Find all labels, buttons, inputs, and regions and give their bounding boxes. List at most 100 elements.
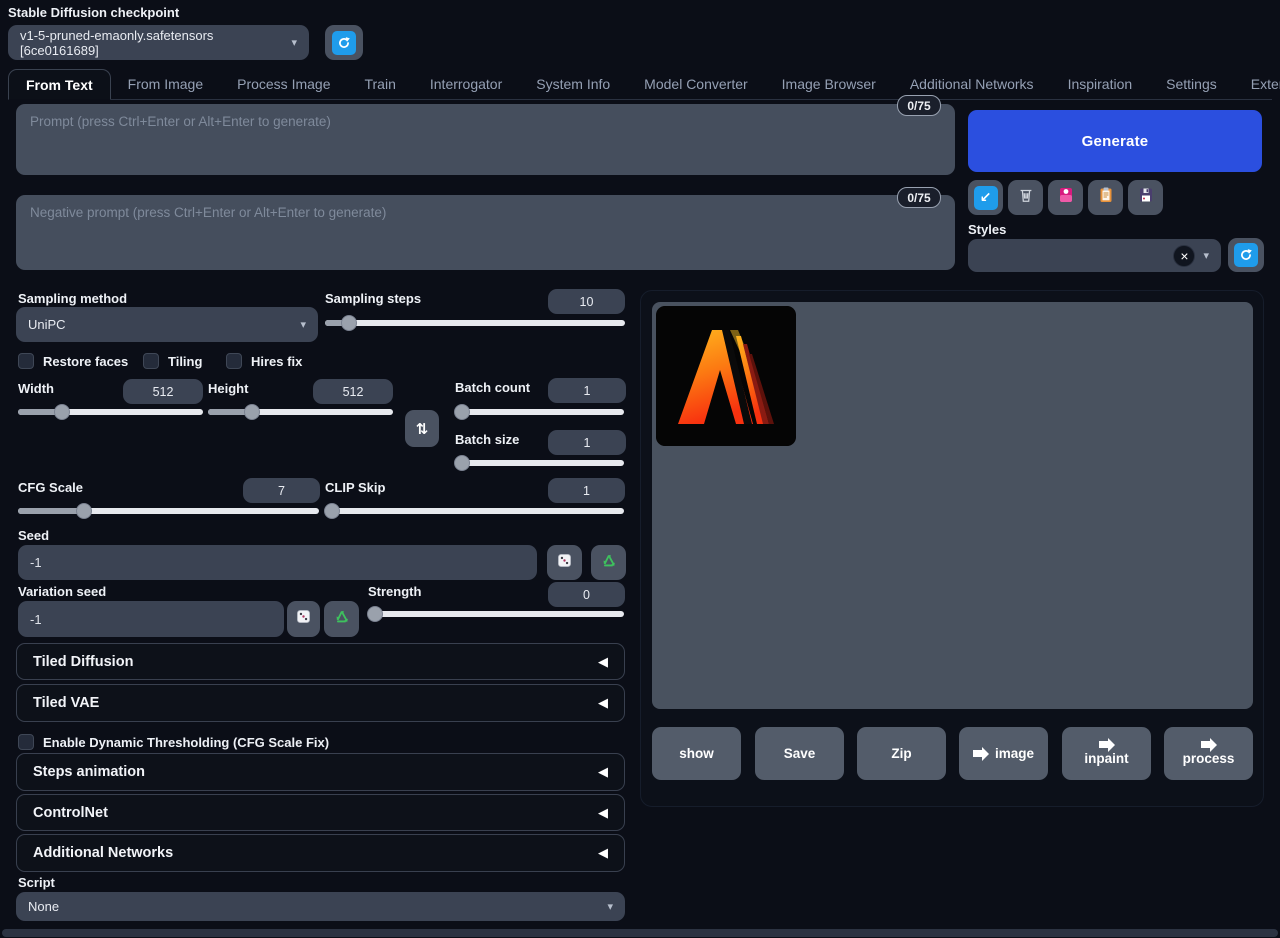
sampling-steps-slider[interactable] <box>325 315 625 331</box>
accordion-tiled-vae[interactable]: Tiled VAE ◀ <box>16 684 625 722</box>
extra-networks-button[interactable] <box>1048 180 1083 215</box>
accordion-steps-animation[interactable]: Steps animation ◀ <box>16 753 625 791</box>
variation-seed-label: Variation seed <box>18 584 106 599</box>
paste-params-icon: ↙ <box>974 186 998 210</box>
script-select[interactable]: None ▾ <box>16 892 625 921</box>
tab-from-text[interactable]: From Text <box>8 69 111 100</box>
checkbox-icon <box>18 353 34 369</box>
tab-settings[interactable]: Settings <box>1149 69 1234 99</box>
checkpoint-select[interactable]: v1-5-pruned-emaonly.safetensors [6ce0161… <box>8 25 309 60</box>
apply-style-button[interactable] <box>1088 180 1123 215</box>
width-value[interactable]: 512 <box>123 379 203 404</box>
variation-seed-input[interactable] <box>18 601 284 637</box>
seed-reuse-button[interactable] <box>591 545 626 580</box>
send-to-process-button[interactable]: process <box>1164 727 1253 780</box>
seed-input[interactable] <box>18 545 537 580</box>
checkpoint-value: v1-5-pruned-emaonly.safetensors [6ce0161… <box>20 28 291 58</box>
height-slider[interactable] <box>208 404 393 420</box>
tab-inspiration[interactable]: Inspiration <box>1051 69 1150 99</box>
trash-icon <box>1017 186 1035 209</box>
restore-faces-checkbox[interactable]: Restore faces <box>18 353 128 369</box>
script-value: None <box>28 899 59 914</box>
save-button[interactable]: Save <box>755 727 844 780</box>
arrow-right-icon <box>973 750 982 757</box>
checkbox-icon <box>18 734 34 750</box>
seed-label: Seed <box>18 528 49 543</box>
checkpoint-refresh-button[interactable] <box>325 25 363 60</box>
prompt-container <box>16 104 955 175</box>
chevron-left-icon: ◀ <box>598 805 608 821</box>
tab-image-browser[interactable]: Image Browser <box>765 69 893 99</box>
batch-count-value[interactable]: 1 <box>548 378 626 403</box>
generate-button[interactable]: Generate <box>968 110 1262 172</box>
generated-image-logo <box>656 306 796 446</box>
chevron-down-icon: ▾ <box>607 900 613 913</box>
prompt-input[interactable] <box>16 104 955 175</box>
cfg-scale-label: CFG Scale <box>18 480 83 495</box>
save-style-button[interactable] <box>1128 180 1163 215</box>
chevron-down-icon: ▾ <box>300 318 306 331</box>
tab-system-info[interactable]: System Info <box>519 69 627 99</box>
tab-process-image[interactable]: Process Image <box>220 69 347 99</box>
tab-train[interactable]: Train <box>347 69 412 99</box>
swap-dimensions-button[interactable]: ⇅ <box>405 410 439 447</box>
variation-reuse-button[interactable] <box>324 601 359 637</box>
tab-extensions[interactable]: Extensions <box>1234 69 1280 99</box>
styles-select[interactable]: × ▾ <box>968 239 1221 272</box>
tab-interrogator[interactable]: Interrogator <box>413 69 519 99</box>
app: Stable Diffusion checkpoint v1-5-pruned-… <box>0 0 1280 938</box>
strength-slider[interactable] <box>368 606 624 622</box>
chevron-down-icon: ▾ <box>291 36 297 49</box>
clear-prompt-button[interactable] <box>1008 180 1043 215</box>
sampling-steps-value[interactable]: 10 <box>548 289 625 314</box>
tab-model-converter[interactable]: Model Converter <box>627 69 765 99</box>
chevron-left-icon: ◀ <box>598 695 608 711</box>
batch-size-slider[interactable] <box>455 455 624 471</box>
hires-fix-label: Hires fix <box>251 354 302 369</box>
sampling-method-value: UniPC <box>28 317 66 332</box>
width-label: Width <box>18 381 54 396</box>
cfg-scale-slider[interactable] <box>18 503 319 519</box>
recycle-icon <box>333 608 350 630</box>
width-slider[interactable] <box>18 404 203 420</box>
accordion-tiled-diffusion[interactable]: Tiled Diffusion ◀ <box>16 643 625 680</box>
horizontal-scrollbar[interactable] <box>2 929 1278 937</box>
sampling-method-select[interactable]: UniPC ▾ <box>16 307 318 342</box>
paste-params-button[interactable]: ↙ <box>968 180 1003 215</box>
batch-count-label: Batch count <box>455 380 530 395</box>
checkbox-icon <box>226 353 242 369</box>
tab-from-image[interactable]: From Image <box>111 69 220 99</box>
variation-random-button[interactable] <box>287 601 320 637</box>
negative-prompt-input[interactable] <box>16 195 955 270</box>
styles-clear-button[interactable]: × <box>1173 245 1195 267</box>
gallery-thumbnail[interactable] <box>656 306 796 446</box>
accordion-controlnet[interactable]: ControlNet ◀ <box>16 794 625 831</box>
show-button[interactable]: show <box>652 727 741 780</box>
clip-skip-slider[interactable] <box>325 503 624 519</box>
negative-token-counter: 0/75 <box>897 187 941 208</box>
clip-skip-value[interactable]: 1 <box>548 478 625 503</box>
styles-refresh-button[interactable] <box>1228 238 1264 272</box>
refresh-icon <box>332 31 356 55</box>
send-to-image-button[interactable]: image <box>959 727 1048 780</box>
strength-value[interactable]: 0 <box>548 582 625 607</box>
batch-size-label: Batch size <box>455 432 519 447</box>
send-to-inpaint-button[interactable]: inpaint <box>1062 727 1151 780</box>
dice-icon <box>556 552 573 574</box>
hires-fix-checkbox[interactable]: Hires fix <box>226 353 302 369</box>
tiling-label: Tiling <box>168 354 202 369</box>
chevron-left-icon: ◀ <box>598 764 608 780</box>
seed-random-button[interactable] <box>547 545 582 580</box>
height-label: Height <box>208 381 248 396</box>
tiling-checkbox[interactable]: Tiling <box>143 353 202 369</box>
swap-dimensions-icon: ⇅ <box>416 420 429 438</box>
accordion-additional-networks[interactable]: Additional Networks ◀ <box>16 834 625 872</box>
dynamic-thresholding-checkbox[interactable]: Enable Dynamic Thresholding (CFG Scale F… <box>18 734 329 750</box>
batch-count-slider[interactable] <box>455 404 624 420</box>
zip-button[interactable]: Zip <box>857 727 946 780</box>
height-value[interactable]: 512 <box>313 379 393 404</box>
batch-size-value[interactable]: 1 <box>548 430 626 455</box>
cfg-scale-value[interactable]: 7 <box>243 478 320 503</box>
sampling-steps-label: Sampling steps <box>325 291 421 306</box>
checkpoint-label: Stable Diffusion checkpoint <box>8 5 179 20</box>
